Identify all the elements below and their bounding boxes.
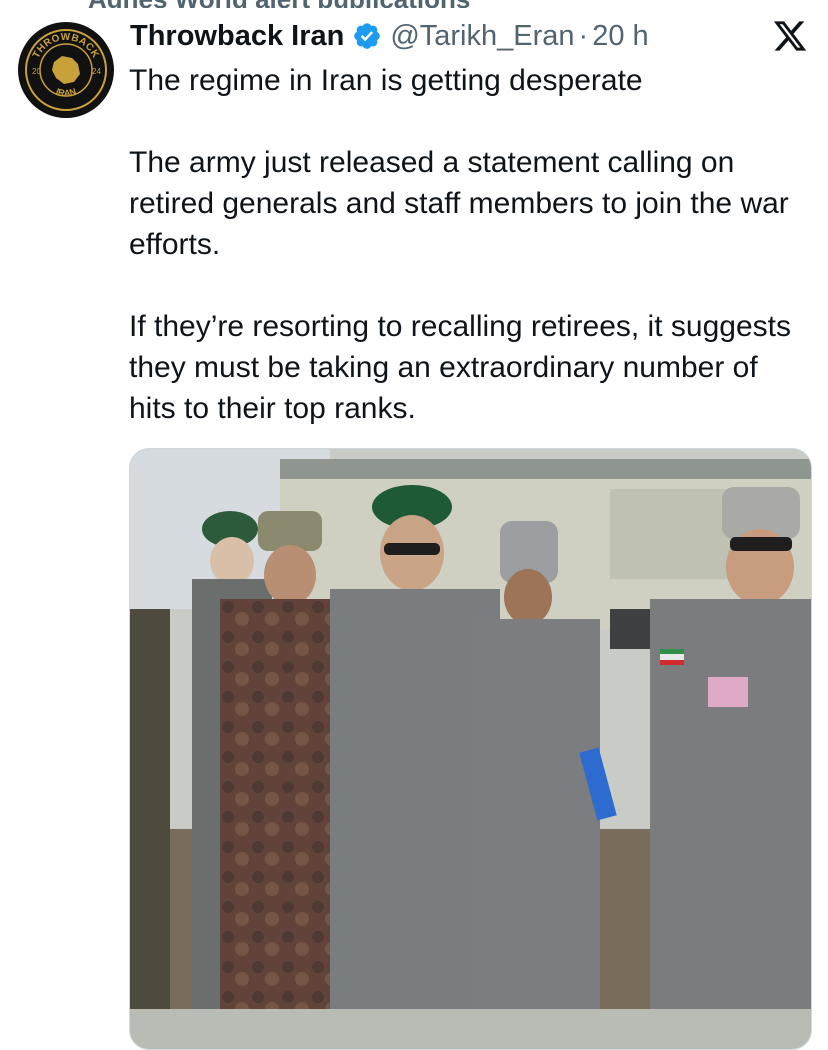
x-logo-icon [772, 18, 808, 54]
avatar-left-year: 20 [32, 67, 41, 76]
display-name[interactable]: Throwback Iran [130, 20, 344, 53]
handle[interactable]: @Tarikh_Eran [390, 20, 574, 53]
separator-dot: · [578, 19, 589, 52]
tweet-paragraph: The army just released a statement calli… [129, 146, 789, 261]
avatar-bottom-text: IRAN [55, 86, 78, 98]
tweet-text: The regime in Iran is getting desperate … [129, 60, 809, 429]
timestamp[interactable]: 20 h [592, 20, 648, 53]
tweet-paragraph: If they’re resorting to recalling retire… [129, 310, 791, 425]
context-line-text: Agnes World alert publications [88, 0, 470, 8]
svg-text:IRAN: IRAN [55, 86, 78, 98]
tweet-header: Throwback Iran @Tarikh_Eran · 20 h [130, 16, 649, 56]
avatar-logo-icon: THROWBACK IRAN 20 24 [19, 23, 113, 117]
tweet-paragraph: The regime in Iran is getting desperate [129, 64, 643, 97]
avatar[interactable]: THROWBACK IRAN 20 24 [18, 22, 114, 118]
context-line: Agnes World alert publications [88, 0, 528, 8]
tweet-media-photo[interactable] [129, 448, 812, 1050]
photo-military-officers-icon [130, 449, 811, 1009]
avatar-right-year: 24 [92, 67, 101, 76]
verified-badge-icon [352, 21, 382, 51]
